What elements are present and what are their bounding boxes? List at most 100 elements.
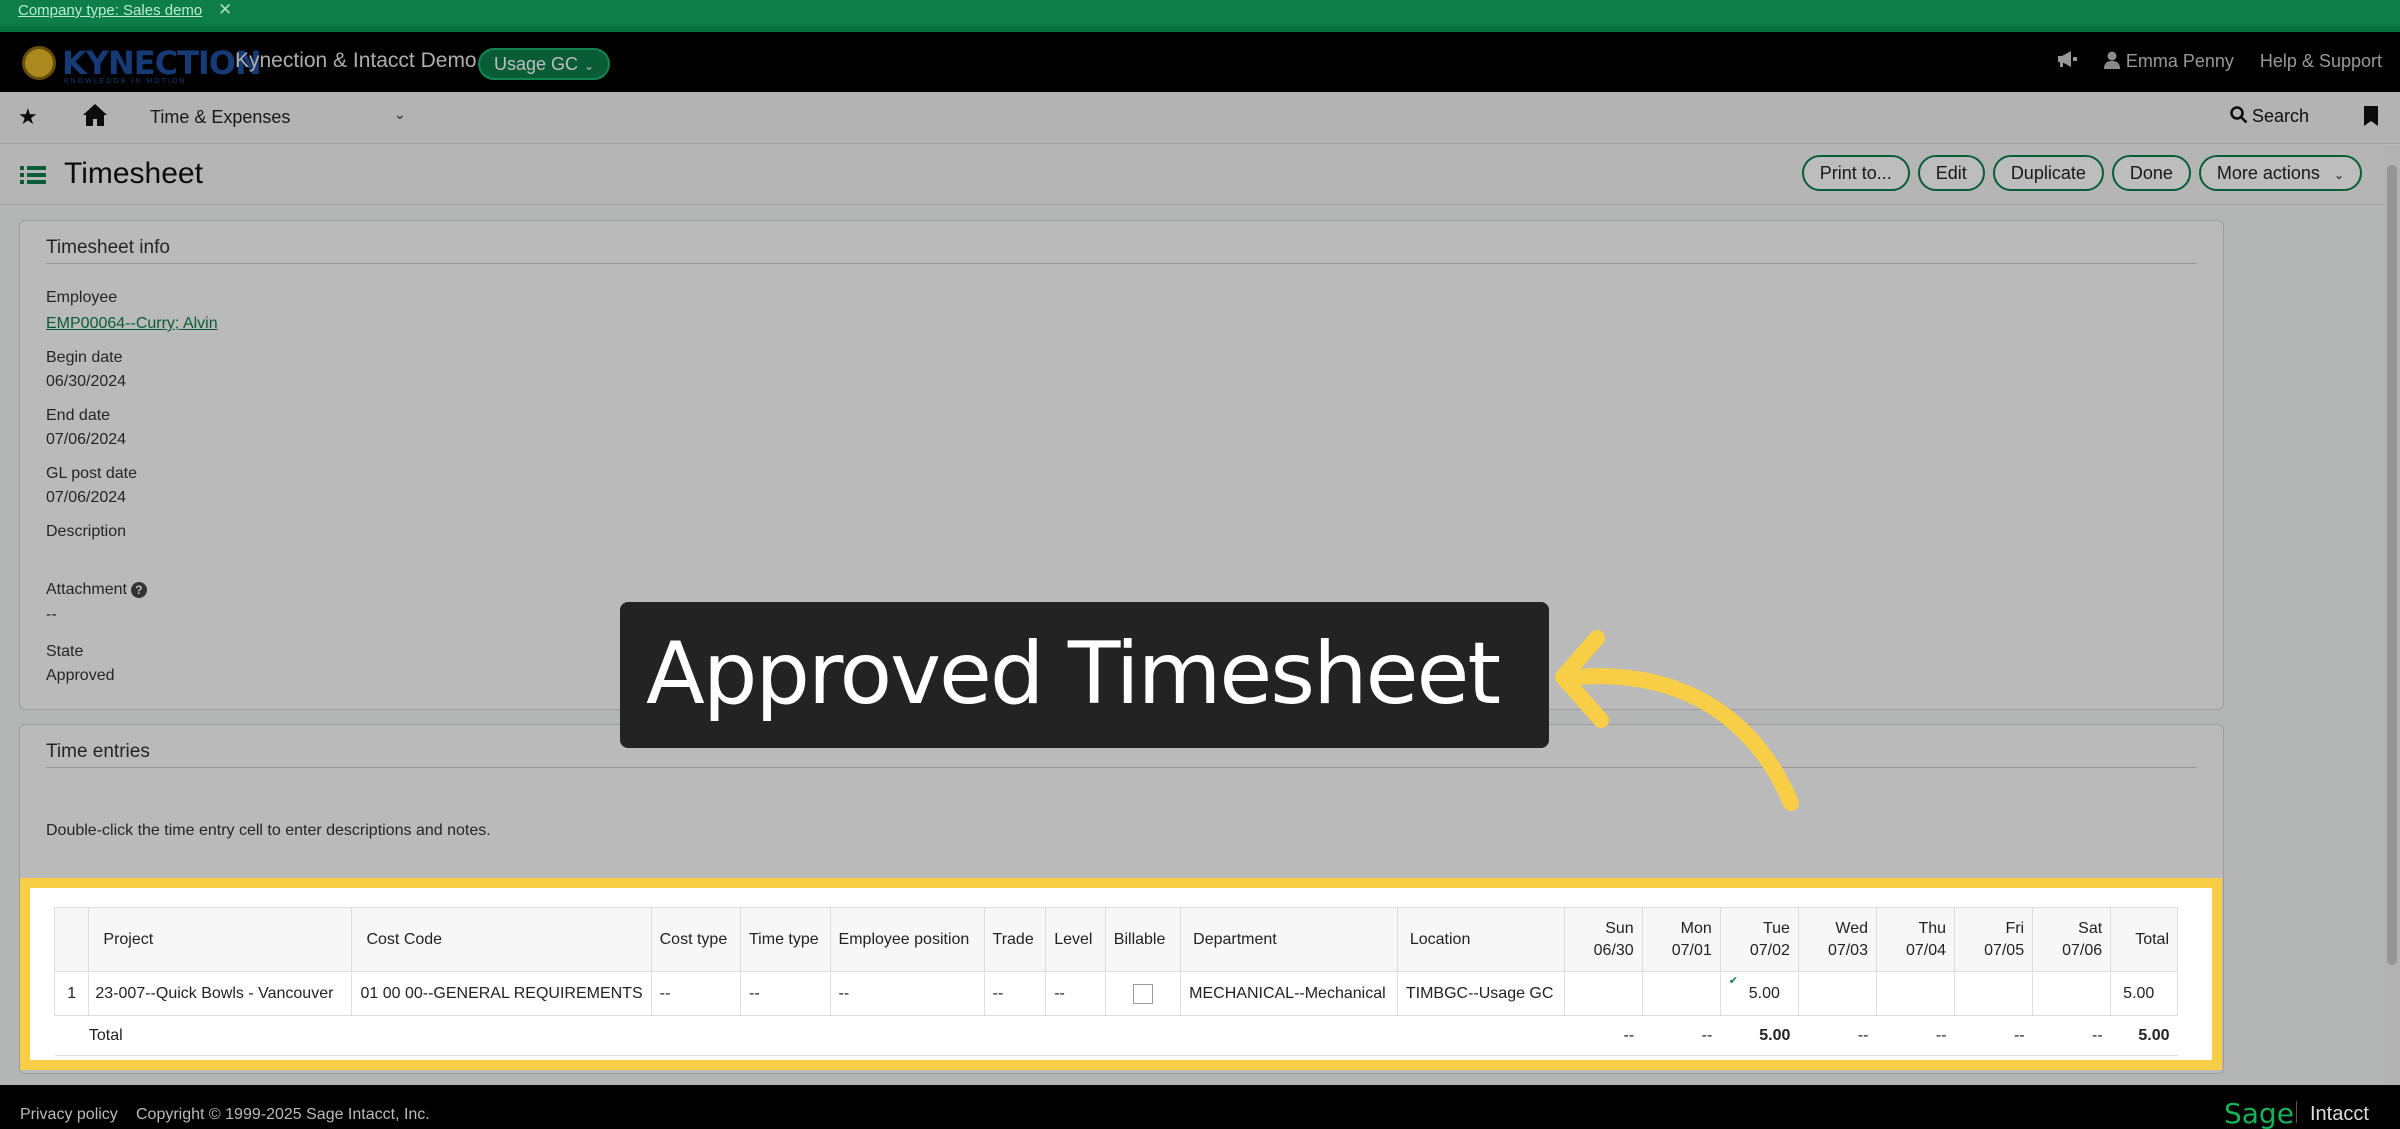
- company-type-link[interactable]: Company type: Sales demo: [18, 2, 202, 19]
- column-header-employee-position: Employee position: [829, 907, 985, 972]
- day-date: 07/04: [1906, 941, 1947, 959]
- cell-thu[interactable]: [1875, 971, 1956, 1016]
- column-header-cost-code: Cost Code: [351, 907, 652, 972]
- copyright-text: Copyright © 1999-2025 Sage Intacct, Inc.: [136, 1106, 430, 1123]
- company-type-banner: Company type: Sales demo ✕: [0, 0, 2400, 26]
- column-header-sat: Sat 07/06: [2032, 907, 2112, 972]
- cell-employee-position[interactable]: --: [829, 971, 985, 1016]
- star-icon[interactable]: ★: [18, 104, 38, 130]
- total-fri: --: [1954, 1015, 2033, 1056]
- column-header-project: Project: [88, 907, 353, 972]
- edit-button[interactable]: Edit: [1917, 155, 1985, 191]
- divider: [46, 767, 2197, 768]
- search-label: Search: [2252, 106, 2310, 126]
- chevron-down-icon[interactable]: ⌄: [394, 106, 406, 123]
- entity-selector[interactable]: Usage GC ⌄: [478, 48, 611, 80]
- home-icon[interactable]: [82, 103, 108, 132]
- employee-link[interactable]: EMP00064--Curry; Alvin: [46, 315, 218, 332]
- total-grand: 5.00: [2110, 1015, 2178, 1056]
- search-icon: [2230, 106, 2248, 124]
- list-icon[interactable]: [20, 164, 46, 191]
- intacct-logo: Intacct: [2310, 1103, 2369, 1125]
- company-logo[interactable]: KYNECTION KNOWLEDGE IN MOTION: [22, 42, 262, 85]
- done-button[interactable]: Done: [2111, 155, 2191, 191]
- cell-trade[interactable]: --: [983, 971, 1047, 1016]
- column-header-level: Level: [1045, 907, 1106, 972]
- totals-row: Total -- -- 5.00 -- -- -- -- 5.00: [54, 1015, 2178, 1056]
- chevron-down-icon: ⌄: [584, 59, 595, 73]
- table-header-row: Project Cost Code Cost type Time type Em…: [53, 907, 2178, 972]
- attachment-label-text: Attachment: [46, 581, 127, 598]
- description-label: Description: [46, 523, 127, 540]
- cell-time-type[interactable]: --: [740, 971, 831, 1016]
- privacy-policy-link[interactable]: Privacy policy: [20, 1106, 118, 1124]
- section-title: Time entries: [46, 741, 150, 762]
- close-icon[interactable]: ✕: [218, 0, 232, 20]
- total-tue: 5.00: [1720, 1015, 1799, 1056]
- day-date: 06/30: [1593, 941, 1634, 959]
- column-header-total: Total: [2110, 907, 2178, 972]
- app-header: KYNECTION KNOWLEDGE IN MOTION Kynection …: [0, 32, 2400, 92]
- day-name: Fri: [2005, 919, 2025, 937]
- sage-logo: Sage: [2224, 1097, 2294, 1129]
- cell-location[interactable]: TIMBGC--Usage GC: [1396, 971, 1565, 1016]
- arrow-icon: [1555, 630, 1799, 811]
- end-date-label: End date: [46, 407, 111, 424]
- total-sun: --: [1564, 1015, 1643, 1056]
- employee-value[interactable]: EMP00064--Curry; Alvin: [46, 315, 218, 333]
- page-scrollbar[interactable]: [2384, 145, 2400, 1085]
- total-thu: --: [1876, 1015, 1955, 1056]
- logo-mark: [22, 46, 56, 80]
- cell-billable[interactable]: [1104, 971, 1182, 1016]
- column-header-department: Department: [1180, 907, 1398, 972]
- begin-date-label: Begin date: [46, 349, 123, 366]
- module-selector[interactable]: Time & Expenses: [150, 107, 290, 128]
- totals-spacer: [351, 1015, 1565, 1056]
- cell-sat[interactable]: [2032, 971, 2112, 1016]
- cell-mon[interactable]: [1641, 971, 1721, 1016]
- cell-project[interactable]: 23-007--Quick Bowls - Vancouver: [88, 971, 353, 1016]
- day-date: 07/05: [1984, 941, 2025, 959]
- more-actions-button[interactable]: More actions ⌄: [2198, 155, 2362, 191]
- print-to-button[interactable]: Print to...: [1801, 155, 1910, 191]
- employee-label: Employee: [46, 289, 118, 306]
- cell-level[interactable]: --: [1045, 971, 1106, 1016]
- cell-sun[interactable]: [1563, 971, 1643, 1016]
- help-support-link[interactable]: Help & Support: [2260, 51, 2382, 72]
- cell-wed[interactable]: [1797, 971, 1877, 1016]
- scroll-thumb[interactable]: [2387, 165, 2397, 965]
- billable-checkbox[interactable]: [1132, 983, 1153, 1004]
- begin-date-value: 06/30/2024: [46, 373, 127, 390]
- day-name: Sat: [2078, 919, 2103, 937]
- cell-cost-type[interactable]: --: [650, 971, 742, 1016]
- company-name[interactable]: Kynection & Intacct Demo: [235, 49, 477, 73]
- user-icon: [2103, 51, 2120, 69]
- page-title-bar: Timesheet Print to... Edit Duplicate Don…: [0, 145, 2400, 205]
- user-menu[interactable]: Emma Penny: [2103, 51, 2234, 72]
- page-title: Timesheet: [64, 157, 203, 190]
- row-number: 1: [53, 971, 90, 1016]
- cell-cost-code[interactable]: 01 00 00--GENERAL REQUIREMENTS: [351, 971, 652, 1016]
- megaphone-icon[interactable]: [2056, 50, 2078, 73]
- total-wed: --: [1798, 1015, 1877, 1056]
- search-button[interactable]: Search: [2230, 106, 2309, 127]
- table-row[interactable]: 1 23-007--Quick Bowls - Vancouver 01 00 …: [53, 971, 2178, 1016]
- user-name: Emma Penny: [2125, 51, 2234, 71]
- state-label: State: [46, 643, 84, 660]
- column-header-billable: Billable: [1104, 907, 1182, 972]
- day-date: 07/02: [1749, 941, 1790, 959]
- help-icon[interactable]: ?: [130, 582, 147, 598]
- day-date: 07/01: [1671, 941, 1712, 959]
- cell-department[interactable]: MECHANICAL--Mechanical: [1180, 971, 1398, 1016]
- cell-tue[interactable]: ✔ 5.00: [1719, 971, 1799, 1016]
- logo-tagline: KNOWLEDGE IN MOTION: [64, 78, 187, 85]
- duplicate-button[interactable]: Duplicate: [1992, 155, 2104, 191]
- cell-fri[interactable]: [1954, 971, 2034, 1016]
- page-footer: Privacy policy Copyright © 1999-2025 Sag…: [0, 1085, 2400, 1129]
- day-name: Wed: [1835, 919, 1868, 937]
- state-value: Approved: [46, 667, 115, 684]
- day-date: 07/06: [2062, 941, 2103, 959]
- attachment-label: Attachment?: [46, 581, 147, 599]
- gl-post-date-value: 07/06/2024: [46, 489, 127, 506]
- bookmark-icon[interactable]: [2364, 106, 2378, 131]
